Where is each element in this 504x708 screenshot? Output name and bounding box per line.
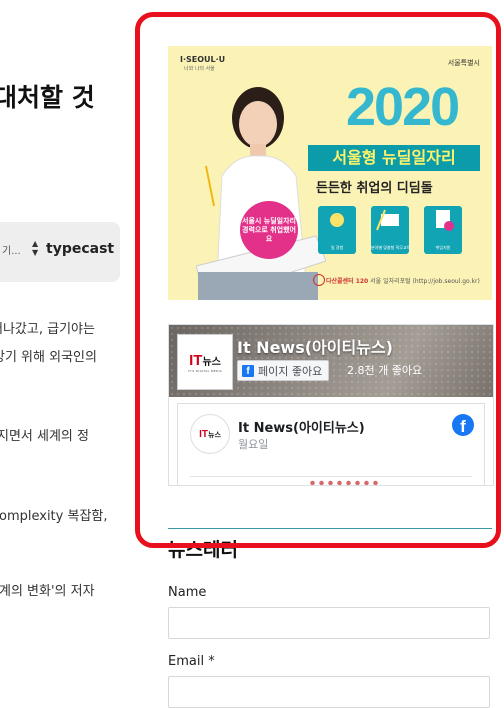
- badge-circle: 서울시 뉴딜일자리 경력으로 취업했어요: [240, 201, 298, 259]
- logo-it: IT: [199, 428, 208, 440]
- article-title: 대처할 것: [0, 83, 95, 112]
- post-author-avatar[interactable]: IT뉴스: [190, 414, 230, 454]
- facebook-page-widget: IT뉴스 IT'S DIGITAL MEDIA It News(아이티뉴스) f…: [168, 324, 494, 486]
- service-label: 분야별 맞춤형 직무교육: [371, 245, 411, 250]
- logo-it: IT: [189, 351, 203, 369]
- logo-news: 뉴스: [208, 431, 221, 439]
- tts-status: 기...: [2, 246, 21, 257]
- like-button-label: 페이지 좋아요: [258, 364, 323, 378]
- seoul-jobs-banner[interactable]: I·SEOUL·U 너와 나의 서울 서울특별시 서울시 뉴딜일자리 경력으로 …: [168, 46, 492, 300]
- post-date[interactable]: 월요일: [238, 436, 268, 452]
- post-image-preview[interactable]: [308, 479, 378, 485]
- facebook-logo-icon[interactable]: f: [452, 414, 474, 436]
- service-label: 취업지원: [435, 245, 451, 250]
- article-text-line: 떠나갔고, 급기야는: [0, 322, 95, 337]
- name-label: Name: [168, 585, 207, 600]
- banner-subheadline: 든든한 취업의 디딤돌: [316, 181, 433, 196]
- facebook-page-name[interactable]: It News(아이티뉴스): [237, 334, 393, 358]
- contact-info: 다산콜센터 120 서울 일자리포털 (http://job.seoul.go.…: [326, 276, 480, 285]
- phone-icon: [313, 274, 325, 286]
- seoul-city-logo: 서울특별시: [447, 59, 480, 67]
- email-field[interactable]: [168, 676, 490, 708]
- divider: [190, 476, 472, 477]
- year-graphic: 2020: [346, 77, 460, 137]
- service-tile: 취업지원: [424, 206, 462, 254]
- iseoulu-logo: I·SEOUL·U: [180, 55, 226, 64]
- contact-portal: 서울 일자리포털 (http://job.seoul.go.kr): [370, 278, 480, 285]
- logo-tagline: IT'S DIGITAL MEDIA: [187, 368, 223, 373]
- newsletter-title: 뉴스레터: [168, 539, 238, 561]
- sidebar: I·SEOUL·U 너와 나의 서울 서울특별시 서울시 뉴딜일자리 경력으로 …: [168, 46, 494, 486]
- logo-news: 뉴스: [202, 356, 221, 368]
- facebook-post: IT뉴스 It News(아이티뉴스) 월요일 f: [177, 403, 485, 485]
- itnews-logo: IT뉴스: [199, 429, 221, 440]
- article-text-line: 계의 변화'의 저자: [0, 584, 95, 599]
- email-label: Email *: [168, 654, 215, 669]
- widget-divider: [168, 528, 492, 529]
- woman-illustration: [196, 87, 326, 300]
- banner-headline: 서울형 뉴딜일자리: [308, 145, 480, 171]
- article-text-line: 지면서 세계의 정: [0, 429, 89, 444]
- article-column: 대처할 것 기... ▲ ▼ typecast 떠나갔고, 급기야는 앙기 위해 …: [0, 0, 150, 699]
- article-text-line: omplexity 복잡함,: [0, 509, 108, 524]
- like-count: 2.8천 개 좋아요: [347, 364, 423, 377]
- post-author-name[interactable]: It News(아이티뉴스): [238, 417, 365, 436]
- facebook-icon: f: [242, 364, 254, 377]
- tts-player[interactable]: 기... ▲ ▼ typecast: [0, 222, 120, 282]
- article-text-line: 앙기 위해 외국인의: [0, 350, 97, 365]
- typecast-logo: typecast: [46, 241, 115, 257]
- service-tile: 일 경험: [318, 206, 356, 254]
- page-profile-logo[interactable]: IT뉴스 IT'S DIGITAL MEDIA: [177, 334, 233, 390]
- service-label: 일 경험: [330, 245, 344, 250]
- service-tile: 분야별 맞춤형 직무교육: [371, 206, 411, 254]
- contact-number: 다산콜센터 120: [326, 278, 369, 285]
- itnews-logo: IT뉴스: [189, 352, 221, 369]
- name-field[interactable]: [168, 607, 490, 639]
- tts-speed-stepper-icon[interactable]: ▲ ▼: [32, 239, 38, 257]
- like-page-button[interactable]: f 페이지 좋아요: [237, 360, 330, 381]
